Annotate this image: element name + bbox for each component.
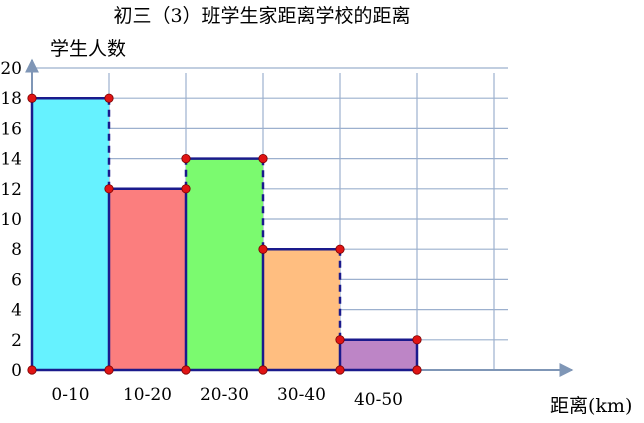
chart: 初三（3）班学生家距离学校的距离 学生人数 距离(km) 0 2 4 6 8 10 12 14…	[0, 5, 632, 417]
y-tick-labels: 0 2 4 6 8 10 12 14 16 18 20	[0, 59, 22, 381]
vertex-marker	[335, 365, 345, 375]
y-tick-label: 18	[0, 89, 22, 109]
vertex-marker	[104, 93, 114, 103]
vertex-marker	[27, 365, 37, 375]
vertex-marker	[181, 154, 191, 164]
bar-40-50	[340, 339, 417, 370]
vertex-marker	[258, 244, 268, 254]
vertex-marker	[335, 335, 345, 345]
x-tick-label: 30-40	[277, 385, 326, 405]
vertex-marker	[181, 365, 191, 375]
y-tick-label: 12	[0, 180, 22, 200]
bar-20-30	[186, 158, 263, 370]
x-tick-label: 40-50	[354, 390, 403, 410]
x-tick-labels: 0-10 10-20 20-30 30-40 40-50	[51, 385, 403, 410]
x-tick-label: 0-10	[51, 385, 89, 405]
x-tick-label: 20-30	[200, 385, 249, 405]
vertex-marker	[412, 365, 422, 375]
y-tick-label: 14	[0, 150, 22, 170]
y-tick-label: 0	[11, 361, 22, 381]
y-tick-label: 16	[0, 119, 22, 139]
chart-title: 初三（3）班学生家距离学校的距离	[113, 5, 410, 27]
vertex-marker	[27, 93, 37, 103]
bars	[32, 98, 417, 370]
vertex-marker	[181, 184, 191, 194]
y-tick-label: 4	[11, 301, 22, 321]
vertex-marker	[104, 184, 114, 194]
x-axis-label: 距离(km)	[550, 395, 632, 417]
y-tick-label: 2	[11, 331, 22, 351]
y-tick-label: 20	[0, 59, 22, 79]
bar-30-40	[263, 249, 340, 370]
vertex-marker	[258, 154, 268, 164]
y-tick-label: 10	[0, 210, 22, 230]
bar-0-10	[32, 98, 109, 370]
x-tick-label: 10-20	[123, 385, 172, 405]
y-tick-label: 6	[11, 270, 22, 290]
vertex-marker	[335, 244, 345, 254]
vertex-marker	[258, 365, 268, 375]
bar-10-20	[109, 188, 186, 370]
vertex-marker	[412, 335, 422, 345]
vertex-marker	[104, 365, 114, 375]
y-axis-label: 学生人数	[50, 38, 126, 60]
y-tick-label: 8	[11, 240, 22, 260]
